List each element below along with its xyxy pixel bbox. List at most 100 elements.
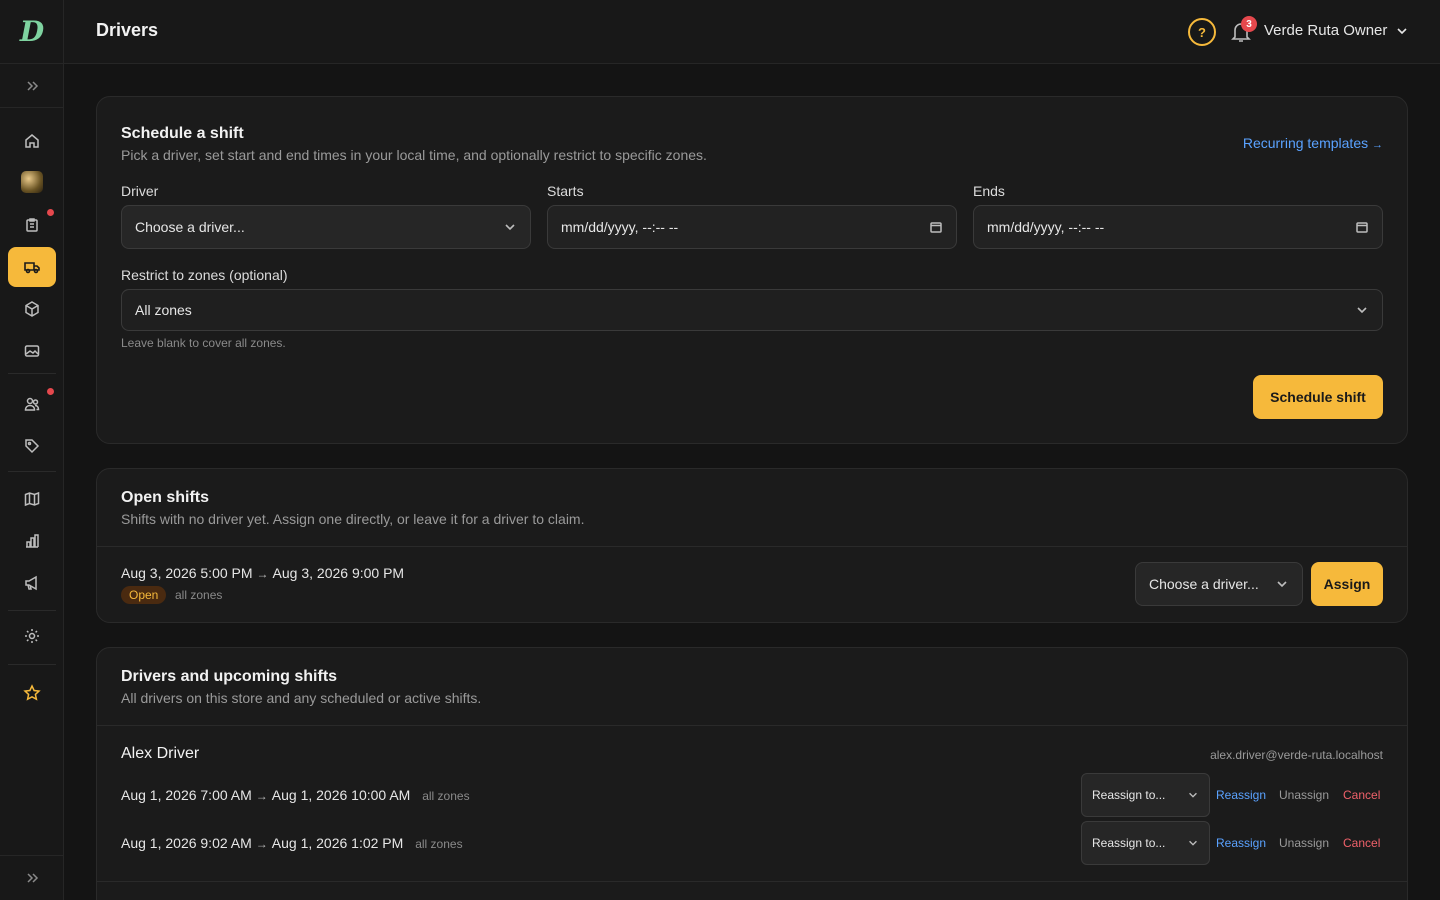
reassign-select-value: Reassign to... — [1092, 836, 1166, 850]
tag-icon — [25, 439, 40, 454]
driver-select-value: Choose a driver... — [135, 219, 245, 235]
open-shift-time: Aug 3, 2026 5:00 PM → Aug 3, 2026 9:00 PM — [121, 565, 404, 581]
chevron-down-icon — [1277, 581, 1287, 588]
chevron-down-icon — [505, 224, 515, 231]
status-badge: Open — [121, 586, 167, 604]
chevron-down-icon — [1189, 840, 1197, 846]
shift-start: Aug 3, 2026 5:00 PM — [121, 565, 253, 581]
notification-count-badge: 3 — [1241, 16, 1257, 32]
starts-label: Starts — [547, 183, 584, 199]
sidebar-item-analytics[interactable] — [8, 521, 56, 561]
orders-icon — [26, 218, 38, 232]
user-menu-label: Verde Ruta Owner — [1264, 22, 1388, 39]
sidebar-item-discounts[interactable] — [8, 426, 56, 466]
driver-select[interactable]: Choose a driver... — [121, 205, 531, 249]
package-icon — [25, 301, 39, 317]
arrow-right-icon: → — [255, 789, 268, 803]
shift-start: Aug 1, 2026 9:02 AM — [121, 835, 252, 851]
shift-zones: all zones — [175, 588, 223, 602]
open-shifts-card: Open shifts Shifts with no driver yet. A… — [96, 468, 1408, 623]
arrow-right-icon: → — [256, 567, 269, 581]
chevron-down-icon — [1397, 27, 1407, 34]
driver-shift-time: Aug 1, 2026 7:00 AM → Aug 1, 2026 10:00 AM… — [121, 787, 470, 803]
store-avatar — [21, 171, 43, 193]
reassign-link[interactable]: Reassign — [1216, 788, 1266, 802]
image-icon — [24, 345, 40, 357]
chevrons-right-icon — [27, 80, 39, 91]
sidebar-item-docs[interactable] — [8, 479, 56, 519]
sidebar-collapse-button[interactable] — [0, 855, 64, 900]
arrow-right-icon: → — [1372, 139, 1383, 151]
unassign-link[interactable]: Unassign — [1279, 836, 1329, 850]
shift-zones: all zones — [422, 789, 470, 803]
sidebar-item-settings[interactable] — [8, 616, 56, 656]
assign-button[interactable]: Assign — [1311, 562, 1383, 606]
sidebar-item-orders[interactable] — [8, 205, 56, 245]
drivers-shifts-subtitle: All drivers on this store and any schedu… — [121, 690, 482, 706]
user-menu[interactable]: Verde Ruta Owner — [1264, 22, 1409, 39]
help-icon[interactable]: ? — [1188, 18, 1216, 46]
logo[interactable]: D — [0, 0, 64, 64]
calendar-icon[interactable] — [929, 220, 943, 234]
schedule-shift-subtitle: Pick a driver, set start and end times i… — [121, 147, 707, 163]
card-divider — [97, 881, 1407, 882]
shift-end: Aug 1, 2026 1:02 PM — [271, 835, 404, 851]
sidebar-item-marketing[interactable] — [8, 563, 56, 603]
page-title: Drivers — [96, 20, 159, 40]
recurring-templates-label: Recurring templates — [1242, 135, 1369, 151]
gear-icon — [25, 629, 39, 643]
ends-datetime-input[interactable]: mm/dd/yyyy, --:-- -- — [973, 205, 1383, 249]
cancel-link[interactable]: Cancel — [1343, 788, 1380, 802]
ends-label: Ends — [973, 183, 1005, 199]
starts-input-value: mm/dd/yyyy, --:-- -- — [561, 219, 679, 235]
reassign-select-value: Reassign to... — [1092, 788, 1166, 802]
reassign-select[interactable]: Reassign to... — [1081, 821, 1210, 865]
reassign-link[interactable]: Reassign — [1216, 836, 1266, 850]
schedule-shift-button[interactable]: Schedule shift — [1253, 375, 1383, 419]
recurring-templates-link[interactable]: Recurring templates → — [1243, 135, 1383, 151]
sidebar-item-drivers[interactable] — [8, 247, 56, 287]
sidebar-item-products[interactable] — [8, 289, 56, 329]
schedule-shift-title: Schedule a shift — [121, 125, 244, 142]
sidebar-item-customers[interactable] — [8, 384, 56, 424]
cancel-link[interactable]: Cancel — [1343, 836, 1380, 850]
shift-end: Aug 3, 2026 9:00 PM — [272, 565, 405, 581]
customers-alert-dot — [47, 388, 54, 395]
driver-email: alex.driver@verde-ruta.localhost — [1210, 748, 1383, 762]
zones-select-value: All zones — [135, 302, 192, 318]
orders-alert-dot — [47, 209, 54, 216]
open-shifts-title: Open shifts — [121, 489, 210, 506]
chevron-down-icon — [1357, 307, 1367, 314]
card-divider — [97, 546, 1407, 547]
calendar-icon[interactable] — [1355, 220, 1369, 234]
assign-driver-select[interactable]: Choose a driver... — [1135, 562, 1303, 606]
truck-icon — [24, 262, 40, 274]
card-divider — [97, 725, 1407, 726]
shift-start: Aug 1, 2026 7:00 AM — [121, 787, 252, 803]
sidebar-divider — [8, 664, 56, 665]
driver-shift-time: Aug 1, 2026 9:02 AM → Aug 1, 2026 1:02 PM … — [121, 835, 463, 851]
ends-input-value: mm/dd/yyyy, --:-- -- — [987, 219, 1105, 235]
open-shifts-subtitle: Shifts with no driver yet. Assign one di… — [121, 511, 585, 527]
sidebar-item-home[interactable] — [8, 121, 56, 161]
sidebar-item-store[interactable] — [8, 162, 56, 202]
reassign-select[interactable]: Reassign to... — [1081, 773, 1210, 817]
home-icon — [25, 134, 39, 148]
unassign-link[interactable]: Unassign — [1279, 788, 1329, 802]
sidebar-expand-button[interactable] — [0, 64, 64, 108]
chevron-down-icon — [1189, 792, 1197, 798]
top-header: Drivers ? 3 Verde Ruta Owner — [64, 0, 1440, 64]
arrow-right-icon: → — [255, 837, 268, 851]
sidebar-item-upgrade[interactable] — [8, 673, 56, 713]
starts-datetime-input[interactable]: mm/dd/yyyy, --:-- -- — [547, 205, 957, 249]
chart-icon — [26, 534, 39, 548]
drivers-shifts-card: Drivers and upcoming shifts All drivers … — [96, 647, 1408, 900]
shift-zones: all zones — [415, 837, 463, 851]
zones-select[interactable]: All zones — [121, 289, 1383, 331]
star-icon — [23, 684, 41, 701]
driver-label: Driver — [121, 183, 159, 199]
users-icon — [24, 397, 40, 411]
assign-driver-select-value: Choose a driver... — [1149, 576, 1259, 592]
sidebar-item-media[interactable] — [8, 331, 56, 371]
zones-label: Restrict to zones (optional) — [121, 267, 288, 283]
